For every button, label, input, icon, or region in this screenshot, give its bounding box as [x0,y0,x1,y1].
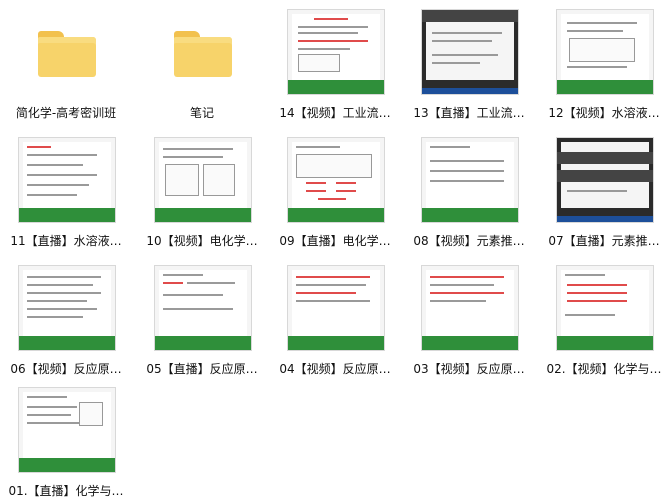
item-label: 简化学-高考密训班 [15,106,117,120]
item-label: 12【视频】水溶液… [548,106,660,120]
item-label: 07【直播】元素推… [548,234,660,248]
video-item[interactable]: 04【视频】反应原… [269,262,401,380]
folder-item[interactable]: 笔记 [136,6,268,124]
folder-item[interactable]: 简化学-高考密训班 [0,6,132,124]
video-thumbnail [421,9,519,95]
video-thumbnail [556,9,654,95]
item-label: 02.【视频】化学与… [546,362,662,376]
video-item[interactable]: 14【视频】工业流… [269,6,401,124]
video-item[interactable]: 05【直播】反应原… [136,262,268,380]
item-label: 03【视频】反应原… [413,362,525,376]
folder-icon [12,10,122,94]
video-thumbnail [18,265,116,351]
video-item[interactable]: 11【直播】水溶液… [0,134,132,252]
video-thumbnail [287,137,385,223]
video-item[interactable]: 08【视频】元素推… [403,134,535,252]
video-thumbnail [287,265,385,351]
item-label: 09【直播】电化学… [279,234,391,248]
video-item[interactable]: 02.【视频】化学与… [538,262,670,380]
item-label: 14【视频】工业流… [279,106,391,120]
video-thumbnail [421,137,519,223]
file-grid: 简化学-高考密训班 笔记 14【视频】工业流… 13【直播】工业流… 12【视频… [0,0,671,503]
video-item[interactable]: 13【直播】工业流… [403,6,535,124]
video-thumbnail [18,387,116,473]
video-thumbnail [154,137,252,223]
item-label: 01.【直播】化学与… [8,484,124,498]
item-label: 10【视频】电化学… [146,234,258,248]
item-label: 08【视频】元素推… [413,234,525,248]
video-thumbnail [556,137,654,223]
video-thumbnail [18,137,116,223]
item-label: 11【直播】水溶液… [10,234,122,248]
item-label: 06【视频】反应原… [10,362,122,376]
video-item[interactable]: 09【直播】电化学… [269,134,401,252]
video-thumbnail [287,9,385,95]
video-item[interactable]: 03【视频】反应原… [403,262,535,380]
item-label: 05【直播】反应原… [146,362,258,376]
item-label: 笔记 [189,106,214,120]
video-thumbnail [556,265,654,351]
video-item[interactable]: 06【视频】反应原… [0,262,132,380]
video-thumbnail [154,265,252,351]
item-label: 04【视频】反应原… [279,362,391,376]
video-item[interactable]: 07【直播】元素推… [538,134,670,252]
video-item[interactable]: 10【视频】电化学… [136,134,268,252]
video-thumbnail [421,265,519,351]
video-item[interactable]: 12【视频】水溶液… [538,6,670,124]
item-label: 13【直播】工业流… [413,106,525,120]
folder-icon [148,10,258,94]
video-item[interactable]: 01.【直播】化学与… [0,384,132,502]
